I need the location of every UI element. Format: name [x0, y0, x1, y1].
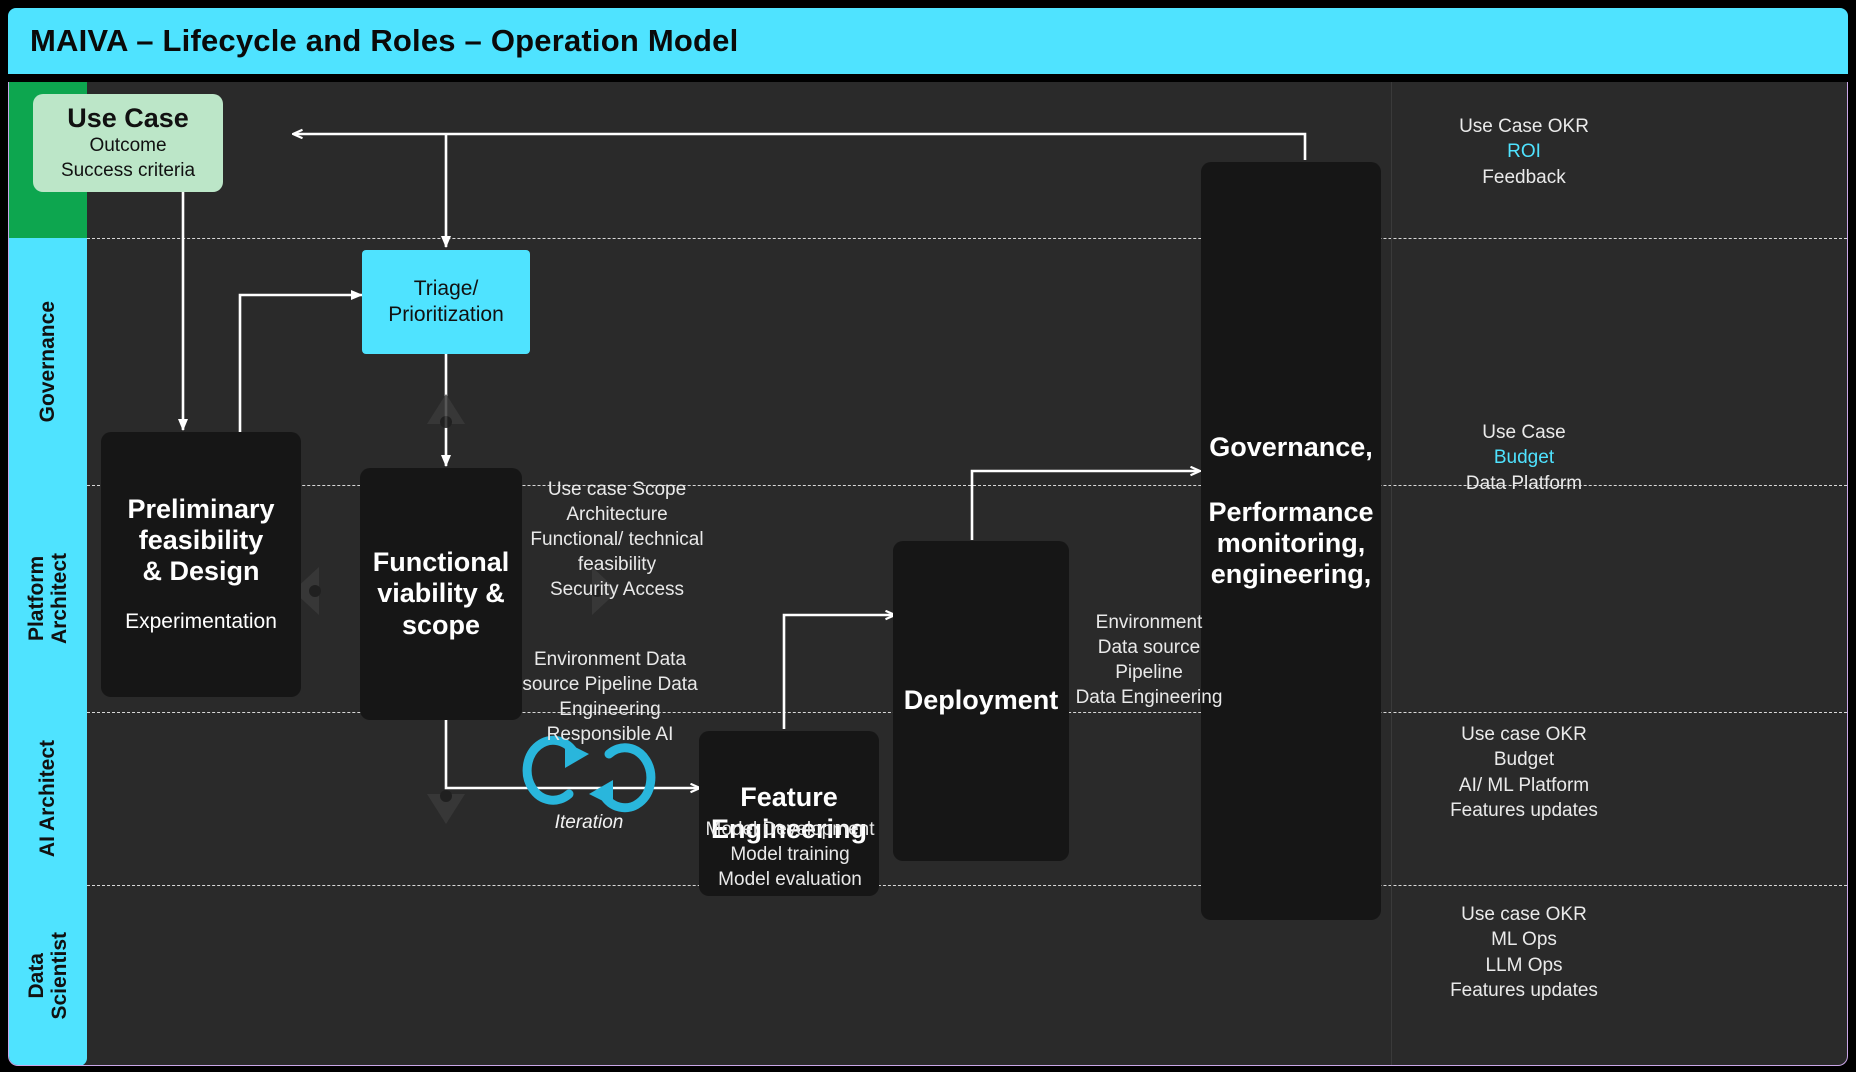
right-note-ds-okr-line-0: Use case OKR — [1461, 904, 1587, 925]
right-note-lob-okr: Use Case OKR ROI Feedback — [1409, 114, 1639, 190]
swimlane-label-data-scientist-text: Data Scientist — [24, 931, 71, 1020]
right-note-ds-okr-line-2: LLM Ops — [1485, 954, 1563, 976]
right-note-ds-okr-line-1: ML Ops — [1491, 929, 1557, 951]
wire-deployment-to-governance — [970, 471, 1199, 540]
note-use-case-scope: Use case Scope Architecture Functional/ … — [530, 479, 704, 601]
node-use-case-title: Use Case — [67, 102, 189, 133]
right-note-ai-okr-line-3: Features updates — [1450, 800, 1598, 822]
note-environment-left: Environment Data source Pipeline Data En… — [522, 649, 698, 746]
swimlane-label-platform-architect-text: Platform Architect — [24, 552, 71, 645]
right-note-platform-okr-line-1: Budget — [1493, 447, 1555, 469]
swimlane-label-column: LOB Governance Platform Architect AI Arc… — [9, 82, 87, 1065]
title-banner: MAIVA – Lifecycle and Roles – Operation … — [8, 8, 1848, 74]
swimlane-label-ai-architect-text: AI Architect — [36, 739, 60, 858]
wire-governance-to-usecase — [294, 134, 1307, 160]
right-note-ds-okr-line-3: Features updates — [1450, 980, 1598, 1002]
node-triage-line1: Triage/ — [413, 276, 479, 300]
right-note-ai-okr-line-2: AI/ ML Platform — [1458, 774, 1590, 796]
swimlane-label-ai-architect: AI Architect — [9, 712, 87, 885]
lane-marker-triage-down — [427, 394, 465, 428]
page-title: MAIVA – Lifecycle and Roles – Operation … — [30, 23, 739, 58]
right-note-lob-okr-line-0: Use Case OKR — [1459, 116, 1589, 137]
swimlane-label-governance-text: Governance — [36, 300, 60, 423]
right-note-platform-okr-line-2: Data Platform — [1465, 472, 1583, 494]
iteration-icon — [522, 735, 656, 813]
node-preliminary-feasibility[interactable]: Preliminary feasibility & Design Experim… — [101, 432, 301, 697]
right-note-platform-okr: Use Case Budget Data Platform — [1409, 420, 1639, 496]
node-functional-viability[interactable]: Functional viability & scope — [360, 468, 522, 720]
node-governance-line1: Governance, — [1209, 431, 1373, 462]
right-note-lob-okr-line-2: Feedback — [1482, 166, 1566, 188]
note-environment-right: Environment Data source Pipeline Data En… — [1075, 612, 1223, 709]
diagram-root: MAIVA – Lifecycle and Roles – Operation … — [0, 0, 1856, 1072]
node-deployment-title: Deployment — [903, 685, 1059, 716]
right-note-platform-okr-line-0: Use Case — [1482, 422, 1566, 443]
swimlane-label-data-scientist: Data Scientist — [9, 885, 87, 1065]
wire-preliminary-to-triage — [238, 290, 363, 433]
node-use-case[interactable]: Use Case Outcome Success criteria — [33, 94, 223, 192]
right-note-ai-okr-line-1: Budget — [1493, 749, 1555, 771]
lane-marker-down-bottom — [427, 790, 465, 824]
node-preliminary-title: Preliminary feasibility & Design — [127, 493, 275, 586]
right-note-lob-okr-line-1: ROI — [1507, 141, 1541, 163]
node-use-case-line1: Outcome — [89, 134, 167, 156]
node-functional-title: Functional viability & scope — [372, 547, 510, 640]
node-governance-line2: Performance monitoring, engineering, — [1208, 496, 1374, 590]
swimlane-label-governance: Governance — [9, 238, 87, 485]
lane-separator-1 — [87, 238, 1847, 239]
node-triage[interactable]: Triage/ Prioritization — [362, 250, 530, 354]
right-note-ds-okr: Use case OKR ML Ops LLM Ops Features upd… — [1409, 902, 1639, 1004]
right-column-divider — [1391, 82, 1392, 1065]
swimlane-label-platform-architect: Platform Architect — [9, 485, 87, 712]
node-preliminary-subtitle: Experimentation — [125, 609, 277, 633]
note-model-development: Model Development Model training Model e… — [705, 819, 875, 891]
diagram-canvas: LOB Governance Platform Architect AI Arc… — [8, 82, 1848, 1066]
label-iteration: Iteration — [554, 812, 624, 833]
right-note-ai-okr: Use case OKR Budget AI/ ML Platform Feat… — [1409, 722, 1639, 824]
node-triage-line2: Prioritization — [388, 303, 504, 326]
right-note-ai-okr-line-0: Use case OKR — [1461, 724, 1587, 745]
node-governance[interactable]: Governance, Performance monitoring, engi… — [1201, 162, 1381, 920]
node-use-case-line2: Success criteria — [60, 159, 196, 181]
lane-separator-4 — [87, 885, 1847, 886]
node-deployment[interactable]: Deployment — [893, 541, 1069, 861]
iteration-icon-heads — [565, 742, 613, 806]
